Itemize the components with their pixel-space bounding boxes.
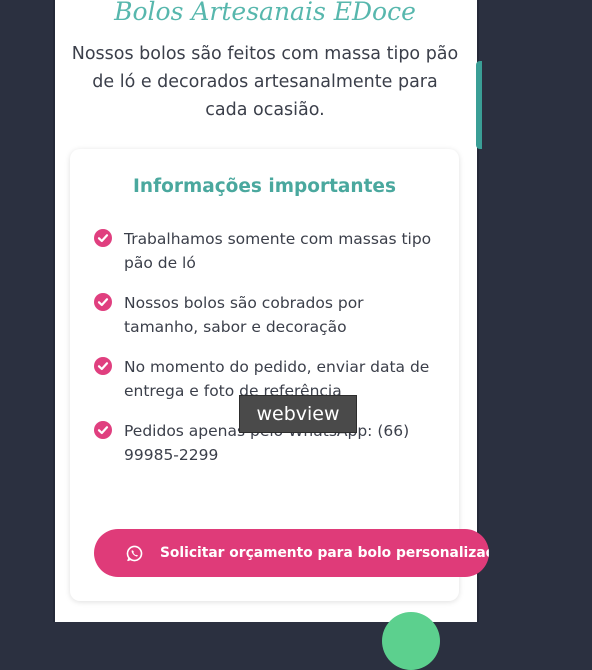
whatsapp-float-button[interactable] — [382, 612, 440, 670]
check-icon — [94, 293, 112, 311]
info-item-text: Nossos bolos são cobrados por tamanho, s… — [124, 294, 364, 336]
info-item-text: Trabalhamos somente com massas tipo pão … — [124, 230, 432, 272]
check-icon — [94, 229, 112, 247]
side-scroll-tab[interactable] — [476, 61, 482, 149]
check-icon — [94, 421, 112, 439]
brand-title: Bolos Artesanais EDoce — [114, 0, 416, 26]
info-card-title: Informações importantes — [133, 176, 396, 197]
whatsapp-icon — [125, 544, 144, 567]
intro-text: Nossos bolos são feitos com massa tipo p… — [71, 44, 459, 120]
webview-tooltip: webview — [239, 395, 357, 433]
check-icon — [94, 357, 112, 375]
request-quote-button[interactable]: Solicitar orçamento para bolo personaliz… — [94, 529, 489, 577]
request-quote-label: Solicitar orçamento para bolo personaliz… — [160, 545, 489, 561]
